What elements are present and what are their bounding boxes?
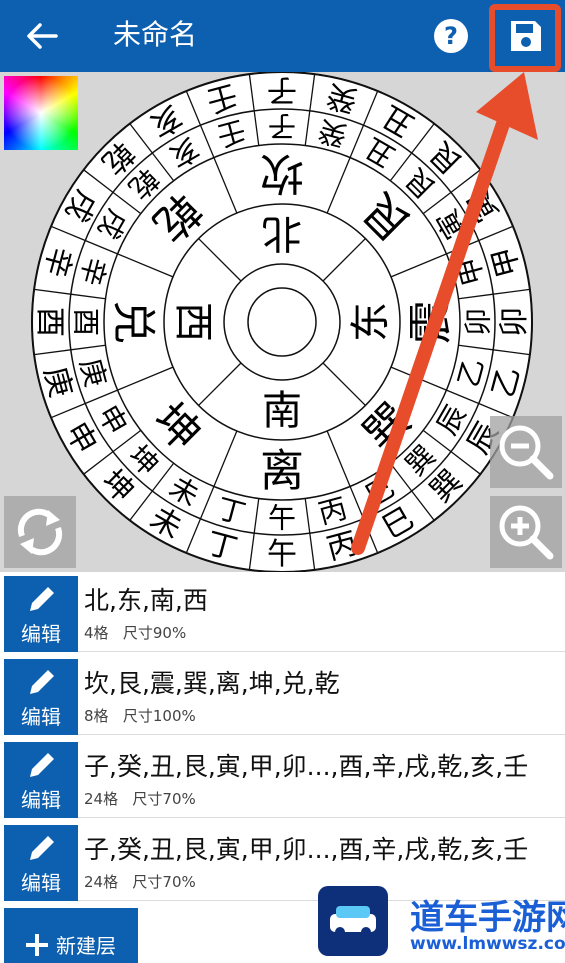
edit-label: 编辑: [21, 622, 61, 646]
layer-meta: 8格 尺寸100%: [84, 705, 196, 727]
edit-label: 编辑: [21, 705, 61, 729]
layer-names: 坎,艮,震,巽,离,坤,兑,乾: [84, 669, 340, 698]
watermark: 道车手游网 www.lmwwsz.com: [314, 884, 565, 963]
watermark-url: www.lmwwsz.com: [410, 934, 565, 954]
watermark-name: 道车手游网: [410, 898, 565, 938]
layer-size: 尺寸90%: [122, 624, 187, 642]
edit-label: 编辑: [21, 871, 61, 895]
edit-button[interactable]: 编辑: [4, 576, 78, 652]
layer-names: 子,癸,丑,艮,寅,甲,卯...,酉,辛,戌,乾,亥,壬: [84, 835, 529, 864]
plus-icon: [26, 934, 48, 956]
layer-meta: 24格 尺寸70%: [84, 788, 196, 810]
layer-meta: 4格 尺寸90%: [84, 622, 186, 644]
edit-button[interactable]: 编辑: [4, 825, 78, 901]
layer-grid: 24格: [84, 873, 119, 891]
list-item: 编辑 北,东,南,西 4格 尺寸90%: [4, 572, 565, 652]
pencil-icon: [30, 670, 54, 694]
layer-size: 尺寸100%: [122, 707, 196, 725]
pencil-icon: [30, 753, 54, 777]
layer-grid: 8格: [84, 707, 109, 725]
layer-size: 尺寸70%: [132, 790, 196, 808]
list-item: 编辑 子,癸,丑,艮,寅,甲,卯...,酉,辛,戌,乾,亥,壬 24格 尺寸70…: [4, 738, 565, 818]
add-layer-button[interactable]: 新建层: [4, 908, 138, 963]
layer-names: 北,东,南,西: [84, 586, 208, 615]
list-item: 编辑 坎,艮,震,巽,离,坤,兑,乾 8格 尺寸100%: [4, 655, 565, 735]
pencil-icon: [30, 836, 54, 860]
pencil-icon: [30, 587, 54, 611]
layer-size: 尺寸70%: [132, 873, 196, 891]
car-logo-icon: [318, 886, 388, 956]
layer-grid: 24格: [84, 790, 119, 808]
edit-button[interactable]: 编辑: [4, 742, 78, 818]
edit-button[interactable]: 编辑: [4, 659, 78, 735]
annotation-arrow: [351, 72, 538, 555]
layer-meta: 24格 尺寸70%: [84, 871, 196, 893]
add-layer-label: 新建层: [56, 934, 116, 958]
layer-grid: 4格: [84, 624, 109, 642]
layer-names: 子,癸,丑,艮,寅,甲,卯...,酉,辛,戌,乾,亥,壬: [84, 752, 529, 781]
edit-label: 编辑: [21, 788, 61, 812]
